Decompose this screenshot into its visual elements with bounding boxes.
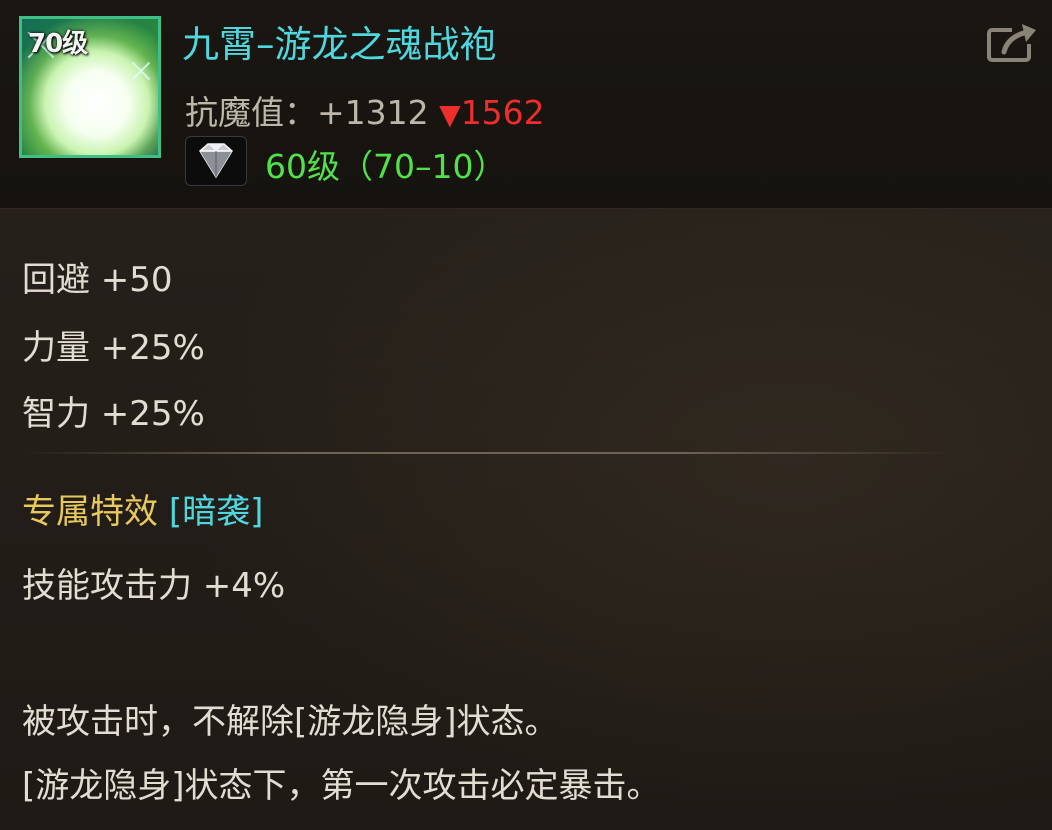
- special-effect-bonus: 技能攻击力 +4%: [22, 566, 286, 606]
- special-effect-title: 专属特效 [暗袭]: [22, 484, 263, 533]
- item-tooltip: 70级 九霄–游龙之魂战袍 抗魔值：+1312 ▼1562 60级（70–10）…: [0, 0, 1052, 830]
- section-divider: [22, 452, 952, 454]
- attribute-strength: 力量 +25%: [22, 328, 205, 368]
- effect-description-line: 被攻击时，不解除[游龙隐身]状态。: [22, 702, 559, 742]
- gem-level-text: 60级（70–10）: [265, 147, 507, 186]
- item-level-badge: 70级: [28, 29, 88, 59]
- item-armor-icon[interactable]: 70级: [19, 16, 161, 158]
- special-effect-label: 专属特效: [22, 492, 169, 532]
- share-icon[interactable]: [986, 20, 1042, 64]
- attribute-intelligence: 智力 +25%: [22, 394, 205, 434]
- magic-resist-stat: 抗魔值：+1312 ▼1562: [185, 86, 545, 134]
- attribute-evasion: 回避 +50: [22, 260, 173, 300]
- special-effect-tag: [暗袭]: [168, 492, 264, 532]
- compare-value: 1562: [460, 93, 545, 132]
- tooltip-header: 70级 九霄–游龙之魂战袍 抗魔值：+1312 ▼1562 60级（70–10）: [0, 0, 1052, 209]
- item-name: 九霄–游龙之魂战袍: [182, 23, 497, 66]
- stat-label: 抗魔值：: [185, 93, 317, 132]
- stat-value: +1312: [317, 93, 429, 132]
- diamond-gem-icon[interactable]: [185, 136, 247, 186]
- effect-description-line: [游龙隐身]状态下，第一次攻击必定暴击。: [22, 766, 661, 806]
- decrease-arrow-icon: ▼: [439, 98, 461, 131]
